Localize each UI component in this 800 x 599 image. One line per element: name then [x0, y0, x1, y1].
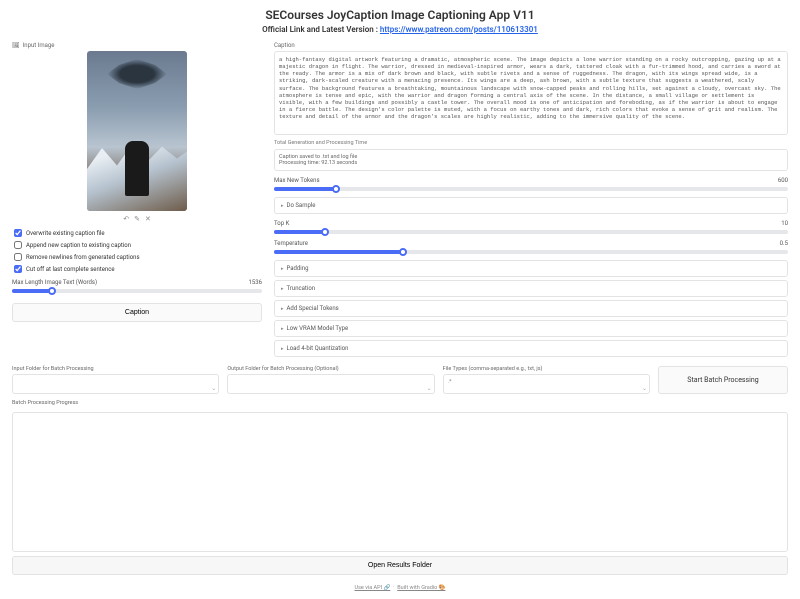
- chevron-down-icon: ⌄: [211, 385, 216, 392]
- top-k-slider[interactable]: [274, 230, 788, 234]
- types-field[interactable]: .*: [443, 374, 650, 394]
- max-new-tokens-value: 600: [778, 177, 788, 184]
- max-length-slider[interactable]: [12, 289, 262, 293]
- max-new-tokens-slider[interactable]: [274, 187, 788, 191]
- clear-icon[interactable]: ✕: [145, 215, 151, 223]
- image-icon: 🖼: [12, 42, 20, 49]
- max-new-tokens-label: Max New Tokens: [274, 177, 320, 184]
- cutoff-checkbox[interactable]: Cut off at last complete sentence: [12, 265, 262, 273]
- gradio-link[interactable]: Built with Gradio 🎨: [397, 585, 445, 591]
- append-checkbox[interactable]: Append new caption to existing caption: [12, 241, 262, 249]
- chevron-down-icon: ⌄: [427, 385, 432, 392]
- batch-progress-label: Batch Processing Progress: [12, 400, 788, 406]
- caption-output[interactable]: [274, 51, 788, 135]
- temperature-label: Temperature: [274, 240, 308, 247]
- app-title: SECourses JoyCaption Image Captioning Ap…: [12, 8, 788, 22]
- caption-label: Caption: [274, 42, 788, 49]
- input-folder-field[interactable]: [12, 374, 219, 394]
- input-folder-label: Input Folder for Batch Processing: [12, 366, 219, 372]
- temperature-value: 0.5: [780, 240, 788, 247]
- patreon-link[interactable]: https://www.patreon.com/posts/110613301: [380, 25, 538, 34]
- temperature-slider[interactable]: [274, 250, 788, 254]
- subtitle-prefix: Official Link and Latest Version :: [262, 25, 380, 34]
- subtitle: Official Link and Latest Version : https…: [12, 25, 788, 34]
- output-folder-label: Output Folder for Batch Processing (Opti…: [227, 366, 434, 372]
- chevron-down-icon: ⌄: [642, 385, 647, 392]
- top-k-value: 10: [781, 220, 788, 227]
- padding-accordion[interactable]: Padding: [274, 260, 788, 277]
- gen-time-label: Total Generation and Processing Time: [274, 140, 788, 146]
- undo-icon[interactable]: ↶: [123, 215, 129, 223]
- load-4bit-accordion[interactable]: Load 4-bit Quantization: [274, 340, 788, 357]
- do-sample-accordion[interactable]: Do Sample: [274, 197, 788, 214]
- load-vlm-accordion[interactable]: Low VRAM Model Type: [274, 320, 788, 337]
- max-length-value: 1536: [249, 279, 263, 286]
- open-results-button[interactable]: Open Results Folder: [12, 556, 788, 575]
- remove-newlines-checkbox[interactable]: Remove newlines from generated captions: [12, 253, 262, 261]
- types-label: File Types (comma-separated e.g., txt, j…: [443, 366, 650, 372]
- special-tokens-accordion[interactable]: Add Special Tokens: [274, 300, 788, 317]
- caption-button[interactable]: Caption: [12, 303, 262, 322]
- max-length-label: Max Length Image Text (Words): [12, 279, 97, 286]
- edit-icon[interactable]: ✎: [134, 215, 140, 223]
- gen-info: Caption saved to .txt and log file Proce…: [274, 149, 788, 171]
- overwrite-checkbox[interactable]: Overwrite existing caption file: [12, 229, 262, 237]
- api-link[interactable]: Use via API 🔗: [355, 585, 391, 591]
- input-image-label: 🖼 Input Image: [12, 42, 262, 49]
- output-folder-field[interactable]: [227, 374, 434, 394]
- truncation-accordion[interactable]: Truncation: [274, 280, 788, 297]
- batch-progress-output: [12, 412, 788, 552]
- start-batch-button[interactable]: Start Batch Processing: [658, 366, 788, 394]
- input-image[interactable]: [87, 51, 187, 211]
- top-k-label: Top K: [274, 220, 289, 227]
